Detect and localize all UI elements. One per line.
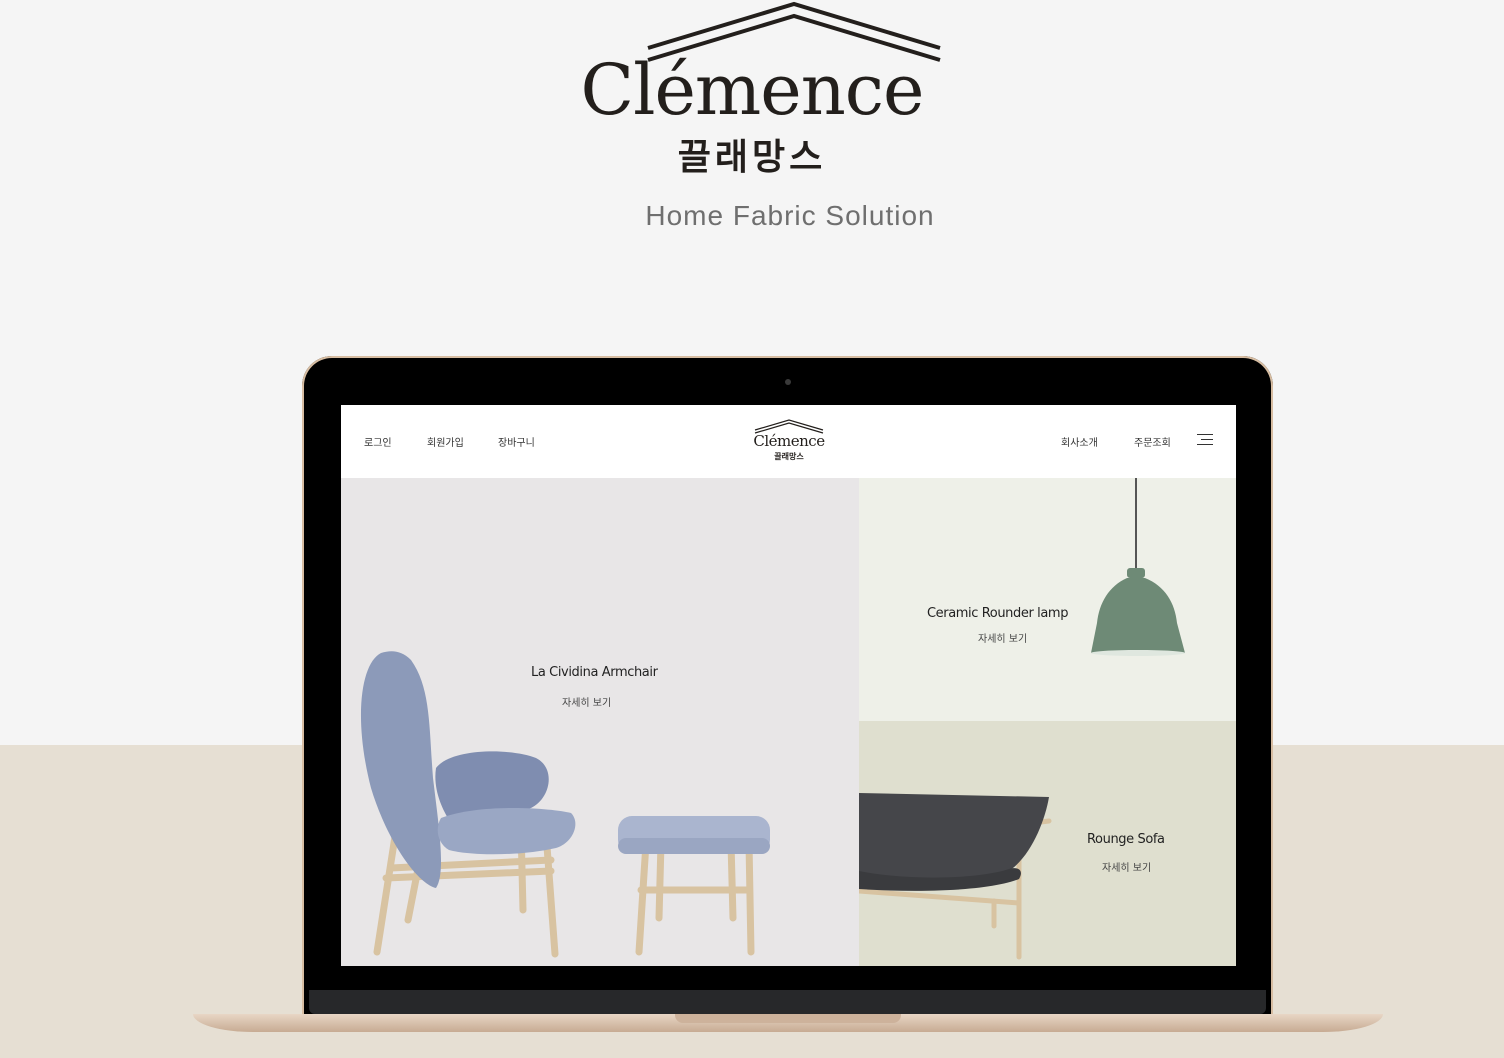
laptop-bezel bbox=[309, 990, 1266, 1014]
site-logo[interactable]: Clémence 끌래망스 bbox=[751, 418, 827, 464]
site-header: 로그인 회원가입 장바구니 Clémence 끌래망스 회사소개 주문조회 bbox=[341, 405, 1236, 478]
product-title-armchair: La Cividina Armchair bbox=[531, 665, 658, 680]
product-link-sofa[interactable]: 자세히 보기 bbox=[1102, 859, 1151, 874]
nav-order-lookup[interactable]: 주문조회 bbox=[1134, 434, 1171, 449]
website-screen: 로그인 회원가입 장바구니 Clémence 끌래망스 회사소개 주문조회 La… bbox=[341, 405, 1236, 966]
site-logo-name: Clémence bbox=[753, 432, 825, 450]
product-panel-sofa[interactable]: Rounge Sofa 자세히 보기 bbox=[859, 721, 1236, 966]
armchair-image bbox=[360, 651, 770, 958]
nav-login[interactable]: 로그인 bbox=[364, 434, 392, 449]
site-logo-korean: 끌래망스 bbox=[774, 452, 804, 461]
product-title-lamp: Ceramic Rounder lamp bbox=[927, 606, 1069, 621]
lamp-image bbox=[1091, 478, 1185, 656]
product-link-armchair[interactable]: 자세히 보기 bbox=[562, 694, 611, 709]
laptop-notch bbox=[675, 1014, 901, 1023]
hamburger-menu-icon[interactable] bbox=[1197, 434, 1213, 446]
camera-icon bbox=[785, 379, 791, 385]
brand-name: Clémence bbox=[580, 49, 925, 131]
product-panel-armchair[interactable]: La Cividina Armchair 자세히 보기 bbox=[341, 478, 859, 966]
product-link-lamp[interactable]: 자세히 보기 bbox=[978, 630, 1027, 645]
nav-cart[interactable]: 장바구니 bbox=[498, 434, 535, 449]
product-panel-lamp[interactable]: Ceramic Rounder lamp 자세히 보기 bbox=[859, 478, 1236, 721]
brand-tagline: Home Fabric Solution bbox=[645, 200, 935, 231]
product-title-sofa: Rounge Sofa bbox=[1087, 832, 1165, 847]
sofa-image bbox=[859, 793, 1052, 960]
brand-name-korean: 끌래망스 bbox=[677, 137, 827, 178]
nav-signup[interactable]: 회원가입 bbox=[427, 434, 464, 449]
nav-about[interactable]: 회사소개 bbox=[1061, 434, 1098, 449]
